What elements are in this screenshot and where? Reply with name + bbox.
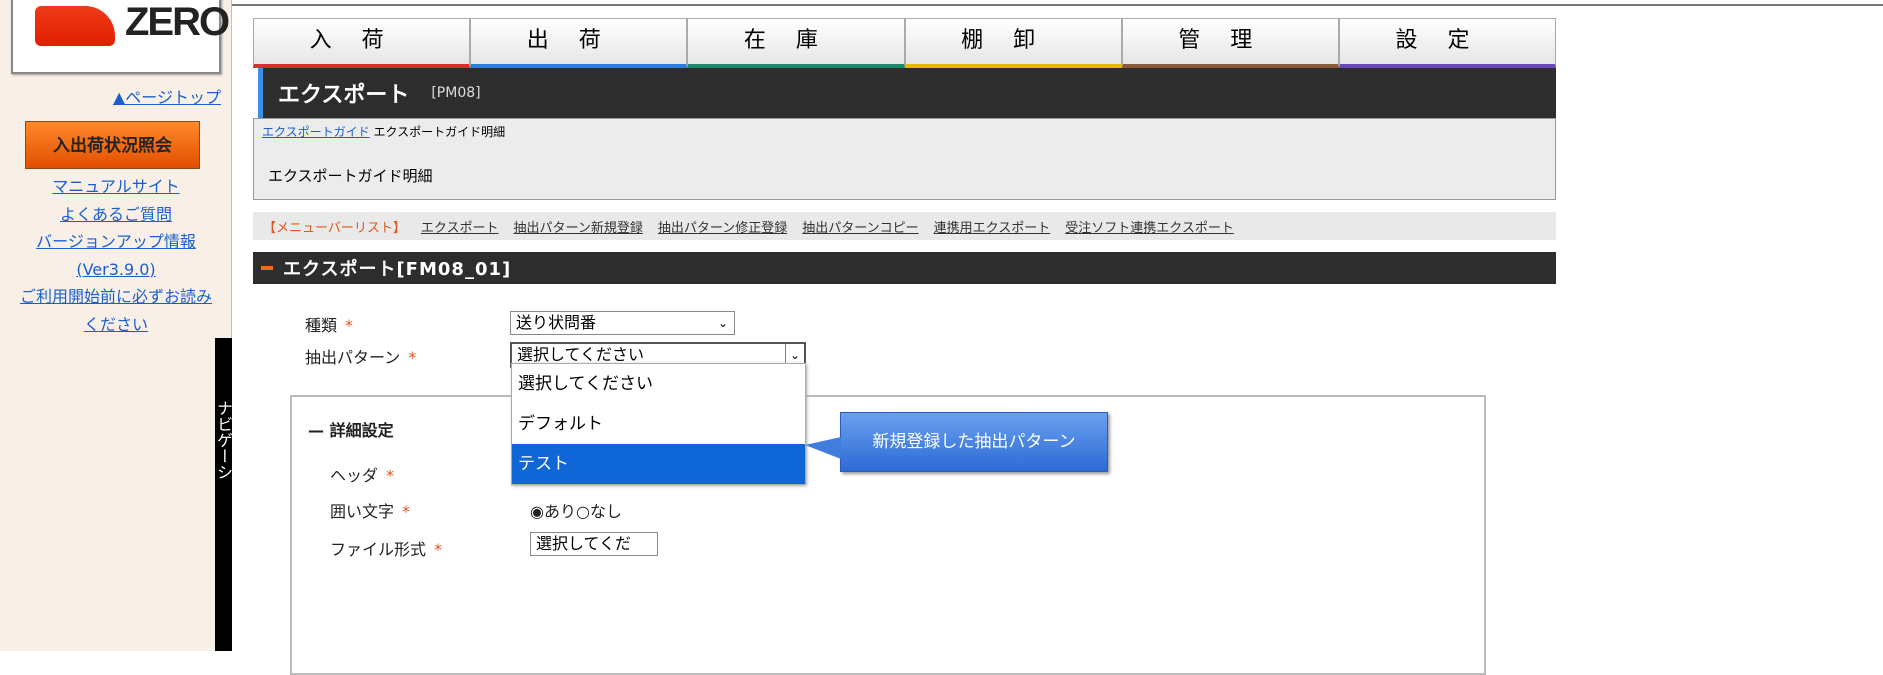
page-header: エクスポート [PM08]: [258, 68, 1556, 118]
divider: [232, 0, 1883, 6]
quote-label-text: 囲い文字: [330, 502, 395, 521]
tab-shipping[interactable]: 出荷: [470, 18, 688, 68]
version-number-link[interactable]: (Ver3.9.0): [0, 256, 232, 284]
breadcrumb-current: エクスポートガイド明細: [373, 125, 506, 139]
type-select-value: 送り状問番: [516, 313, 597, 332]
page-top-link[interactable]: ▲ページトップ: [113, 84, 221, 108]
tab-stocktaking[interactable]: 棚卸: [904, 18, 1122, 68]
breadcrumb: エクスポートガイド エクスポートガイド明細 エクスポートガイド明細: [253, 118, 1556, 200]
header-label: ヘッダ *: [330, 462, 394, 486]
quote-radio[interactable]: ◉あり○なし: [530, 498, 622, 522]
radio-no-label: なし: [589, 502, 622, 521]
tab-settings[interactable]: 設定: [1338, 18, 1557, 68]
option-select[interactable]: 選択してください: [512, 364, 805, 404]
read-first-link[interactable]: ご利用開始前に必ずお読み: [0, 283, 232, 311]
pattern-dropdown: 選択してください デフォルト テスト: [511, 363, 806, 485]
detail-settings-toggle[interactable]: — 詳細設定: [308, 417, 394, 441]
required-mark: *: [345, 316, 354, 335]
detail-settings-title: 詳細設定: [329, 421, 394, 440]
chevron-down-icon: ⌄: [717, 316, 728, 330]
menu-bar: 【メニューバーリスト】 エクスポート 抽出パターン新規登録 抽出パターン修正登録…: [253, 212, 1556, 240]
menu-order-export[interactable]: 受注ソフト連携エクスポート: [1065, 217, 1234, 236]
format-select-value: 選択してくだ: [536, 534, 632, 553]
callout-annotation: 新規登録した抽出パターン: [805, 412, 1108, 472]
main-content: 入荷 出荷 在庫 棚卸 管理 設定 エクスポート [PM08] エクスポートガイド…: [253, 18, 1557, 284]
format-select[interactable]: 選択してくだ: [530, 532, 658, 556]
sidebar: ZERO ▲ページトップ 入出荷状況照会 マニュアルサイト よくあるご質問 バー…: [0, 0, 233, 651]
option-default[interactable]: デフォルト: [512, 404, 805, 444]
main-tabs: 入荷 出荷 在庫 棚卸 管理 設定: [253, 18, 1557, 68]
required-mark: *: [402, 502, 411, 521]
radio-yes-label: あり: [543, 502, 576, 521]
menu-export[interactable]: エクスポート: [421, 217, 499, 236]
type-label-text: 種類: [305, 316, 338, 335]
tab-receiving[interactable]: 入荷: [253, 18, 471, 68]
menu-copy-pattern[interactable]: 抽出パターンコピー: [802, 217, 918, 236]
version-info-link[interactable]: バージョンアップ情報: [0, 228, 232, 256]
option-test[interactable]: テスト: [512, 444, 805, 484]
format-label-text: ファイル形式: [330, 540, 427, 559]
menu-bar-label: 【メニューバーリスト】: [263, 220, 406, 236]
type-label: 種類 *: [305, 312, 353, 336]
logo[interactable]: ZERO: [11, 0, 230, 74]
section-title: エクスポート[FM08_01]: [283, 259, 512, 280]
logo-mark-icon: [35, 6, 115, 46]
menu-link-export[interactable]: 連携用エクスポート: [934, 217, 1051, 236]
read-first-link-cont[interactable]: ください: [0, 311, 232, 339]
status-inquiry-button[interactable]: 入出荷状況照会: [25, 121, 200, 169]
type-select[interactable]: 送り状問番 ⌄: [510, 311, 735, 335]
page-code: [PM08]: [431, 85, 481, 101]
menu-edit-pattern[interactable]: 抽出パターン修正登録: [658, 217, 787, 236]
format-label: ファイル形式 *: [330, 536, 442, 560]
pattern-select-value: 選択してください: [517, 345, 645, 364]
required-mark: *: [386, 466, 395, 485]
quote-label: 囲い文字 *: [330, 498, 410, 522]
logo-text: ZERO: [125, 0, 230, 44]
required-mark: *: [408, 348, 417, 367]
breadcrumb-link[interactable]: エクスポートガイド: [262, 125, 370, 139]
header-label-text: ヘッダ: [330, 466, 379, 485]
page-description: エクスポートガイド明細: [268, 167, 433, 185]
faq-link[interactable]: よくあるご質問: [0, 201, 232, 229]
page-title: エクスポート: [278, 83, 410, 108]
manual-site-link[interactable]: マニュアルサイト: [0, 173, 232, 201]
collapse-icon: [261, 266, 273, 270]
navigation-toggle[interactable]: ナビゲーシ: [214, 338, 233, 651]
pattern-label: 抽出パターン *: [305, 344, 416, 368]
section-header[interactable]: エクスポート[FM08_01]: [253, 252, 1556, 284]
pattern-label-text: 抽出パターン: [305, 348, 401, 367]
tab-inventory[interactable]: 在庫: [687, 18, 905, 68]
tab-management[interactable]: 管理: [1121, 18, 1339, 68]
required-mark: *: [434, 540, 443, 559]
sidebar-links: マニュアルサイト よくあるご質問 バージョンアップ情報 (Ver3.9.0) ご…: [0, 173, 232, 338]
menu-new-pattern[interactable]: 抽出パターン新規登録: [514, 217, 643, 236]
